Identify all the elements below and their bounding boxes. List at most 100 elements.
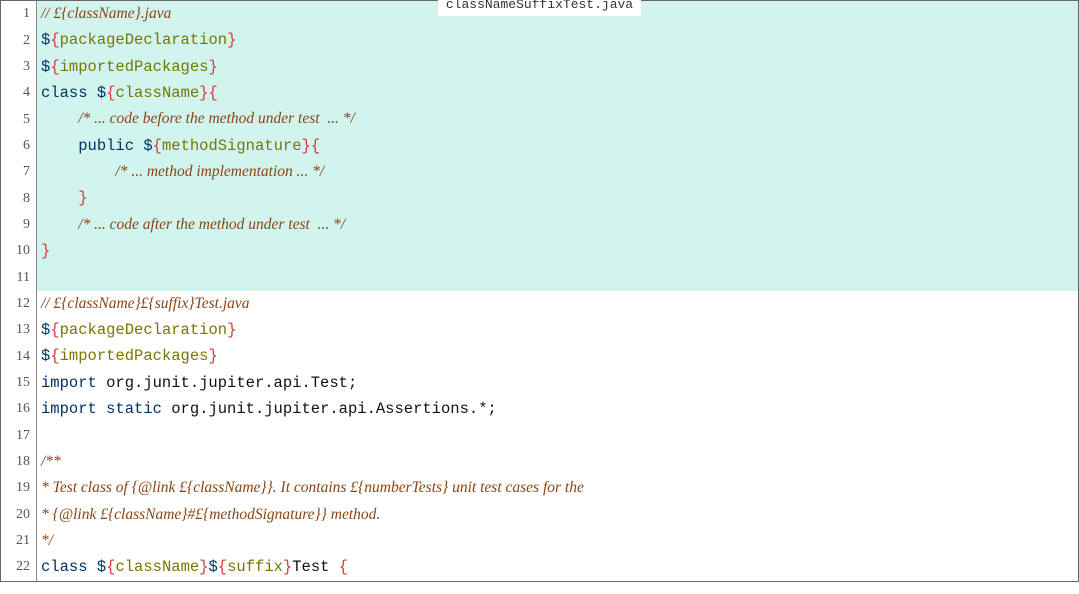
code-line: 12// £{className}£{suffix}Test.java (1, 291, 1078, 317)
line-content: ${packageDeclaration} (37, 27, 1078, 53)
code-line: 4class ${className}{ (1, 80, 1078, 106)
line-number: 11 (1, 264, 37, 290)
code-line: 5 /* ... code before the method under te… (1, 106, 1078, 132)
token-kw: class (41, 84, 88, 102)
token-dollar: $ (208, 558, 217, 576)
token-plain (97, 400, 106, 418)
line-number: 8 (1, 185, 37, 211)
code-line: 20* {@link £{className}#£{methodSignatur… (1, 502, 1078, 528)
line-number: 13 (1, 317, 37, 343)
token-dollar: $ (143, 137, 152, 155)
token-brace-open: { (339, 558, 348, 576)
line-content (37, 264, 1078, 290)
code-line: 16import static org.junit.jupiter.api.As… (1, 396, 1078, 422)
line-content: * {@link £{className}#£{methodSignature}… (37, 502, 1078, 528)
token-comment: * Test class of {@link £{className}}. It… (41, 479, 584, 496)
code-listing-container: classNameSuffixTest.java 1// £{className… (0, 0, 1079, 582)
token-brace-close: } (227, 321, 236, 339)
line-content: /* ... code before the method under test… (37, 106, 1078, 132)
token-comment: /* ... code after the method under test … (78, 216, 345, 233)
token-dollar: $ (41, 58, 50, 76)
code-line: 11 (1, 264, 1078, 290)
token-brace-open: { (50, 321, 59, 339)
token-plain (88, 558, 97, 576)
filename-title: classNameSuffixTest.java (438, 0, 641, 16)
line-content: public ${methodSignature}{ (37, 133, 1078, 159)
line-content: } (37, 185, 1078, 211)
line-content: ${packageDeclaration} (37, 317, 1078, 343)
token-var-name: methodSignature (162, 137, 302, 155)
token-brace-close: } (41, 242, 50, 260)
code-line: 19* Test class of {@link £{className}}. … (1, 475, 1078, 501)
code-line: 3${importedPackages} (1, 54, 1078, 80)
line-content: // £{className}£{suffix}Test.java (37, 291, 1078, 317)
code-line: 15import org.junit.jupiter.api.Test; (1, 370, 1078, 396)
line-content: ${importedPackages} (37, 343, 1078, 369)
token-comment: * {@link £{className}#£{methodSignature}… (41, 506, 380, 523)
line-number: 21 (1, 528, 37, 554)
line-number: 16 (1, 396, 37, 422)
token-brace-open: { (50, 58, 59, 76)
token-var-name: importedPackages (60, 347, 209, 365)
token-var-name: importedPackages (60, 58, 209, 76)
token-dollar: $ (41, 31, 50, 49)
line-number: 17 (1, 423, 37, 449)
token-brace-close: } (302, 137, 311, 155)
code-line: 18/** (1, 449, 1078, 475)
token-brace-open: { (50, 347, 59, 365)
token-brace-open: { (50, 31, 59, 49)
line-number: 10 (1, 238, 37, 264)
token-comment: */ (41, 532, 53, 549)
line-content (37, 423, 1078, 449)
token-brace-open: { (311, 137, 320, 155)
token-var-name: className (115, 558, 199, 576)
line-content: /* ... method implementation ... */ (37, 159, 1078, 185)
token-brace-close: } (208, 347, 217, 365)
code-line: 9 /* ... code after the method under tes… (1, 212, 1078, 238)
token-dollar: $ (41, 347, 50, 365)
token-var-name: packageDeclaration (60, 321, 227, 339)
line-number: 2 (1, 27, 37, 53)
code-block: 1// £{className}.java2${packageDeclarati… (1, 1, 1078, 581)
line-content: import static org.junit.jupiter.api.Asse… (37, 396, 1078, 422)
line-number: 6 (1, 133, 37, 159)
code-line: 14${importedPackages} (1, 343, 1078, 369)
line-content: class ${className}${suffix}Test { (37, 554, 1078, 580)
token-comment: /* ... code before the method under test… (78, 110, 355, 127)
line-number: 20 (1, 502, 37, 528)
code-line: 22class ${className}${suffix}Test { (1, 554, 1078, 580)
token-brace-open: { (218, 558, 227, 576)
token-comment: // £{className}£{suffix}Test.java (41, 295, 250, 312)
token-var-name: packageDeclaration (60, 31, 227, 49)
line-content: class ${className}{ (37, 80, 1078, 106)
token-plain: org.junit.jupiter.api.Test; (97, 374, 357, 392)
token-plain (88, 84, 97, 102)
token-kw: import (41, 400, 97, 418)
line-number: 15 (1, 370, 37, 396)
token-plain (134, 137, 143, 155)
line-number: 9 (1, 212, 37, 238)
token-comment: /** (41, 453, 61, 470)
token-dollar: $ (97, 558, 106, 576)
code-line: 6 public ${methodSignature}{ (1, 133, 1078, 159)
line-number: 18 (1, 449, 37, 475)
token-kw: class (41, 558, 88, 576)
line-content: /* ... code after the method under test … (37, 212, 1078, 238)
line-number: 22 (1, 554, 37, 580)
line-number: 4 (1, 80, 37, 106)
line-content: } (37, 238, 1078, 264)
code-line: 8 } (1, 185, 1078, 211)
token-brace-close: } (227, 31, 236, 49)
token-brace-close: } (283, 558, 292, 576)
token-comment: /* ... method implementation ... */ (115, 163, 324, 180)
token-var-name: className (115, 84, 199, 102)
token-plain: Test (292, 558, 339, 576)
token-kw: static (106, 400, 162, 418)
line-content: */ (37, 528, 1078, 554)
token-kw: public (78, 137, 134, 155)
code-line: 13${packageDeclaration} (1, 317, 1078, 343)
token-brace-open: { (153, 137, 162, 155)
line-number: 5 (1, 106, 37, 132)
code-line: 10} (1, 238, 1078, 264)
token-var-name: suffix (227, 558, 283, 576)
